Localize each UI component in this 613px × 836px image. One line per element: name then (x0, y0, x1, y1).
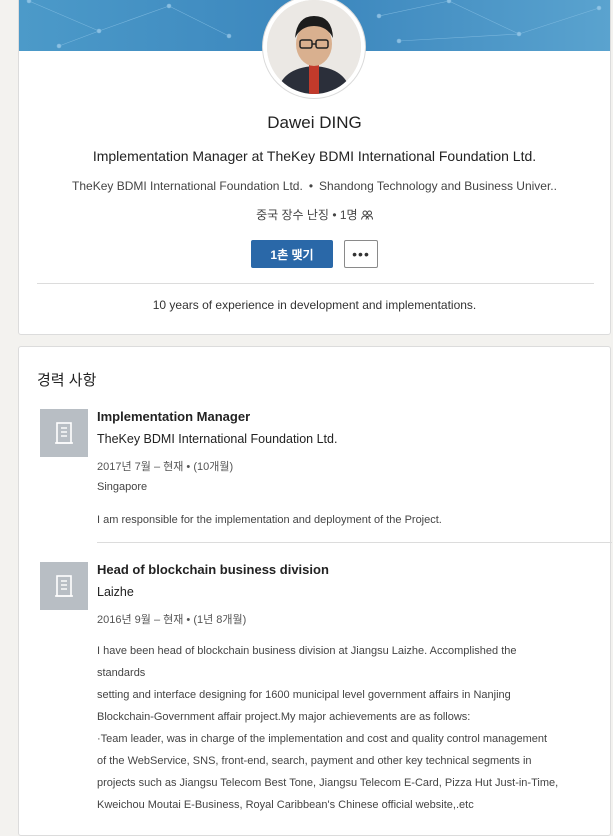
company-name[interactable]: TheKey BDMI International Foundation Ltd… (97, 432, 337, 446)
description-line: setting and interface designing for 1600… (97, 689, 511, 701)
job-dates: 2017년 7월 – 현재 • (10개월) (97, 461, 234, 473)
ellipsis-icon: ••• (352, 246, 370, 262)
company-name[interactable]: Laizhe (97, 585, 134, 599)
avatar-frame[interactable] (263, 0, 365, 98)
company-logo[interactable] (40, 562, 88, 610)
profile-location: 중국 장수 난징 (256, 208, 329, 222)
description-line: of the WebService, SNS, front-end, searc… (97, 755, 532, 767)
description-line: projects such as Jiangsu Telecom Best To… (97, 777, 559, 789)
description-line: I have been head of blockchain business … (97, 645, 517, 679)
building-icon (55, 575, 73, 597)
section-title: 경력 사항 (37, 372, 97, 389)
current-company-link[interactable]: TheKey BDMI International Foundation Ltd… (72, 179, 303, 193)
job-description: I am responsible for the implementation … (97, 509, 567, 531)
profile-location-line: 중국 장수 난징 • 1명 (19, 206, 610, 223)
profile-headline: Implementation Manager at TheKey BDMI In… (92, 148, 537, 164)
description-line: Blockchain-Government affair project.My … (97, 711, 471, 723)
profile-orgs: TheKey BDMI International Foundation Ltd… (19, 179, 610, 193)
description-line: Kweichou Moutai E-Business, Royal Caribb… (97, 799, 474, 811)
profile-summary: 10 years of experience in development an… (152, 298, 477, 312)
job-location: Singapore (97, 481, 148, 493)
profile-card: Dawei DING Implementation Manager at The… (18, 0, 611, 335)
connect-button[interactable]: 1촌 맺기 (251, 240, 333, 268)
job-dates: 2016년 9월 – 현재 • (1년 8개월) (97, 614, 247, 626)
separator: • (308, 179, 314, 193)
job-title[interactable]: Implementation Manager (97, 409, 250, 424)
avatar[interactable] (267, 0, 361, 94)
job-title[interactable]: Head of blockchain business division (97, 562, 329, 577)
building-icon (55, 422, 73, 444)
more-button[interactable]: ••• (344, 240, 378, 268)
description-line: I am responsible for the implementation … (97, 514, 442, 526)
divider (37, 283, 594, 284)
connections-count[interactable]: • 1명 (332, 208, 357, 222)
job-description: I have been head of blockchain business … (97, 640, 567, 816)
description-line: ·Team leader, was in charge of the imple… (97, 733, 548, 745)
company-logo[interactable] (40, 409, 88, 457)
job-divider (97, 542, 612, 543)
avatar-photo (267, 0, 361, 94)
profile-name: Dawei DING (267, 113, 362, 132)
people-icon (360, 210, 373, 220)
experience-card: 경력 사항 Implementation Manager TheKey BDMI… (18, 346, 612, 836)
education-link[interactable]: Shandong Technology and Business Univer.… (319, 179, 557, 193)
